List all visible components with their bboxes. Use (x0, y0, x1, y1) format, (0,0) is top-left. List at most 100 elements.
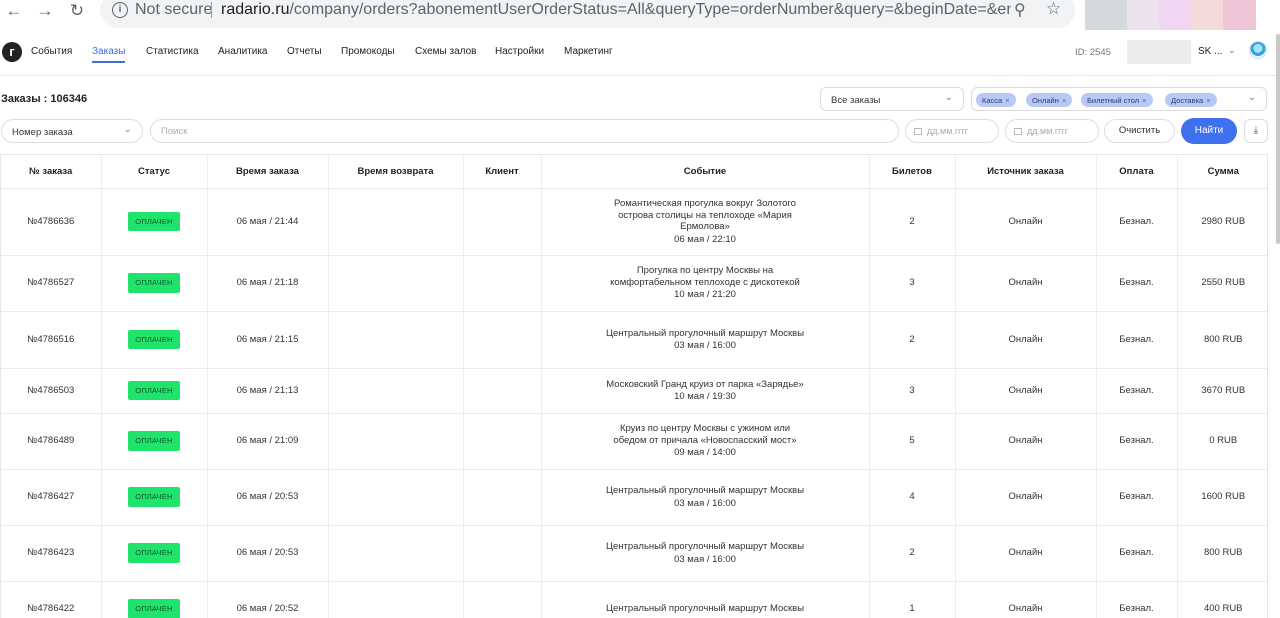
clear-button[interactable]: Очистить (1104, 119, 1175, 143)
order-time: 06 мая / 21:44 (207, 188, 329, 256)
extension-thumbnail[interactable] (1191, 0, 1223, 30)
nav-item-analytics[interactable]: Аналитика (218, 46, 268, 57)
table-row[interactable]: №4786423 ОПЛАЧЕН 06 мая / 20:53 Центральный… (1, 525, 1267, 582)
nav-item-settings[interactable]: Настройки (495, 46, 544, 57)
payment-type: Безнал. (1096, 525, 1178, 582)
order-number[interactable]: №4786423 (1, 525, 102, 582)
find-button[interactable]: Найти (1181, 118, 1237, 144)
url-text[interactable]: radario.ru/company/orders?abonementUserO… (221, 1, 1011, 19)
col-header-tickets[interactable]: Билетов (869, 155, 956, 189)
order-source: Онлайн (955, 255, 1097, 312)
event-cell: Московский Гранд круиз от парка «Зарядье… (541, 368, 870, 414)
col-header-status[interactable]: Статус (101, 155, 208, 189)
tag-online[interactable]: Онлайн × (1026, 93, 1073, 107)
order-number[interactable]: №4786516 (1, 311, 102, 369)
order-time: 06 мая / 20:53 (207, 469, 329, 526)
back-icon[interactable]: ← (2, 0, 26, 22)
nav-item-marketing[interactable]: Маркетинг (564, 46, 613, 57)
bookmark-star-icon[interactable]: ☆ (1046, 0, 1061, 19)
tickets-count: 3 (869, 368, 956, 414)
status-badge: ОПЛАЧЕН (128, 380, 180, 401)
nav-item-orders[interactable]: Заказы (92, 46, 125, 57)
status-cell: ОПЛАЧЕН (101, 581, 208, 618)
order-number[interactable]: №4786527 (1, 255, 102, 312)
client (463, 255, 542, 312)
order-sum: 2980 RUB (1177, 188, 1267, 256)
tag-kassa[interactable]: Касса × (976, 93, 1016, 107)
extension-thumbnail[interactable] (1223, 0, 1256, 30)
order-number[interactable]: №4786489 (1, 413, 102, 470)
download-icon[interactable]: ⤓ (1244, 119, 1268, 143)
event-name: Московский Гранд круиз от парка «Зарядье… (606, 378, 804, 390)
status-badge: ОПЛАЧЕН (128, 211, 180, 232)
table-row[interactable]: №4786422 ОПЛАЧЕН 06 мая / 20:52 Центральный… (1, 581, 1267, 618)
nav-item-reports[interactable]: Отчеты (287, 46, 322, 57)
order-sum: 3670 RUB (1177, 368, 1267, 414)
extension-thumbnail[interactable] (1085, 0, 1127, 30)
search-icon[interactable]: ⚲ (1014, 0, 1026, 20)
col-header-payment[interactable]: Оплата (1096, 155, 1178, 189)
status-cell: ОПЛАЧЕН (101, 413, 208, 470)
col-header-return-time[interactable]: Время возврата (328, 155, 464, 189)
nav-item-statistics[interactable]: Статистика (146, 46, 199, 57)
status-badge: ОПЛАЧЕН (128, 329, 180, 350)
col-header-order-number[interactable]: № заказа (1, 155, 102, 189)
order-source: Онлайн (955, 368, 1097, 414)
nav-item-events[interactable]: События (31, 46, 72, 57)
event-name: Центральный прогулочный маршрут Москвы (605, 541, 805, 552)
orders-table: № заказа Статус Время заказа Время возвр… (0, 154, 1268, 618)
nav-item-hall-schemes[interactable]: Схемы залов (415, 46, 476, 57)
avatar[interactable] (1249, 41, 1267, 59)
orders-filter-select[interactable]: Все заказы ⌄ (820, 87, 964, 111)
order-time: 06 мая / 21:18 (207, 255, 329, 312)
table-row[interactable]: №4786527 ОПЛАЧЕН 06 мая / 21:18 Прогулка по… (1, 255, 1267, 312)
tickets-count: 2 (869, 188, 956, 256)
tag-delivery[interactable]: Доставка × (1165, 93, 1217, 107)
col-header-source[interactable]: Источник заказа (955, 155, 1097, 189)
table-row[interactable]: №4786516 ОПЛАЧЕН 06 мая / 21:15 Центральный… (1, 311, 1267, 369)
page-scrollbar[interactable] (1276, 34, 1280, 244)
col-header-sum[interactable]: Сумма (1177, 155, 1267, 189)
chevron-down-icon[interactable]: ⌄ (1248, 92, 1256, 103)
order-number[interactable]: №4786636 (1, 188, 102, 256)
query-type-select[interactable]: Номер заказа ⌄ (1, 119, 143, 143)
date-to-input[interactable]: дд.мм.гггг (1005, 119, 1099, 143)
event-cell: Центральный прогулочный маршрут Москвы (541, 581, 870, 618)
date-from-input[interactable]: дд.мм.гггг (905, 119, 999, 143)
col-header-client[interactable]: Клиент (463, 155, 542, 189)
table-row[interactable]: №4786427 ОПЛАЧЕН 06 мая / 20:53 Центральный… (1, 469, 1267, 526)
order-source: Онлайн (955, 413, 1097, 470)
client (463, 413, 542, 470)
event-date: 06 мая / 22:10 (674, 233, 736, 245)
info-icon[interactable]: i (112, 2, 128, 18)
account-name[interactable]: SK ... (1198, 46, 1222, 57)
col-header-order-time[interactable]: Время заказа (207, 155, 329, 189)
event-cell: Центральный прогулочный маршрут Москвы 03… (541, 525, 870, 582)
order-number[interactable]: №4786427 (1, 469, 102, 526)
event-name: Центральный прогулочный маршрут Москвы (605, 602, 805, 614)
event-cell: Центральный прогулочный маршрут Москвы 03… (541, 469, 870, 526)
chevron-down-icon[interactable]: ⌄ (1228, 45, 1236, 56)
table-row[interactable]: №4786636 ОПЛАЧЕН 06 мая / 21:44 Романтическ… (1, 188, 1267, 256)
event-date: 10 мая / 21:20 (674, 289, 736, 301)
table-row[interactable]: №4786489 ОПЛАЧЕН 06 мая / 21:09 Круиз по це… (1, 413, 1267, 470)
payment-type: Безнал. (1096, 188, 1178, 256)
extension-thumbnail[interactable] (1159, 0, 1191, 30)
search-input[interactable]: Поиск (150, 119, 899, 143)
forward-icon[interactable]: → (33, 0, 57, 22)
table-row[interactable]: №4786503 ОПЛАЧЕН 06 мая / 21:13 Московский … (1, 368, 1267, 414)
order-number[interactable]: №4786503 (1, 368, 102, 414)
close-icon: × (1206, 96, 1211, 105)
status-cell: ОПЛАЧЕН (101, 188, 208, 256)
nav-item-promocodes[interactable]: Промокоды (341, 46, 395, 57)
col-header-event[interactable]: Событие (541, 155, 870, 189)
reload-icon[interactable]: ↻ (65, 0, 89, 22)
tag-ticket-desk[interactable]: Билетный стол × (1081, 93, 1153, 107)
event-name: Круиз по центру Москвы с ужином или обед… (613, 423, 797, 446)
event-cell: Центральный прогулочный маршрут Москвы 03… (541, 311, 870, 369)
extension-thumbnail[interactable] (1127, 0, 1159, 30)
source-tags-select[interactable]: Касса × Онлайн × Билетный стол × Доставка × … (971, 87, 1267, 111)
order-number[interactable]: №4786422 (1, 581, 102, 618)
calendar-icon (914, 128, 922, 135)
radario-logo[interactable]: г (2, 42, 22, 62)
